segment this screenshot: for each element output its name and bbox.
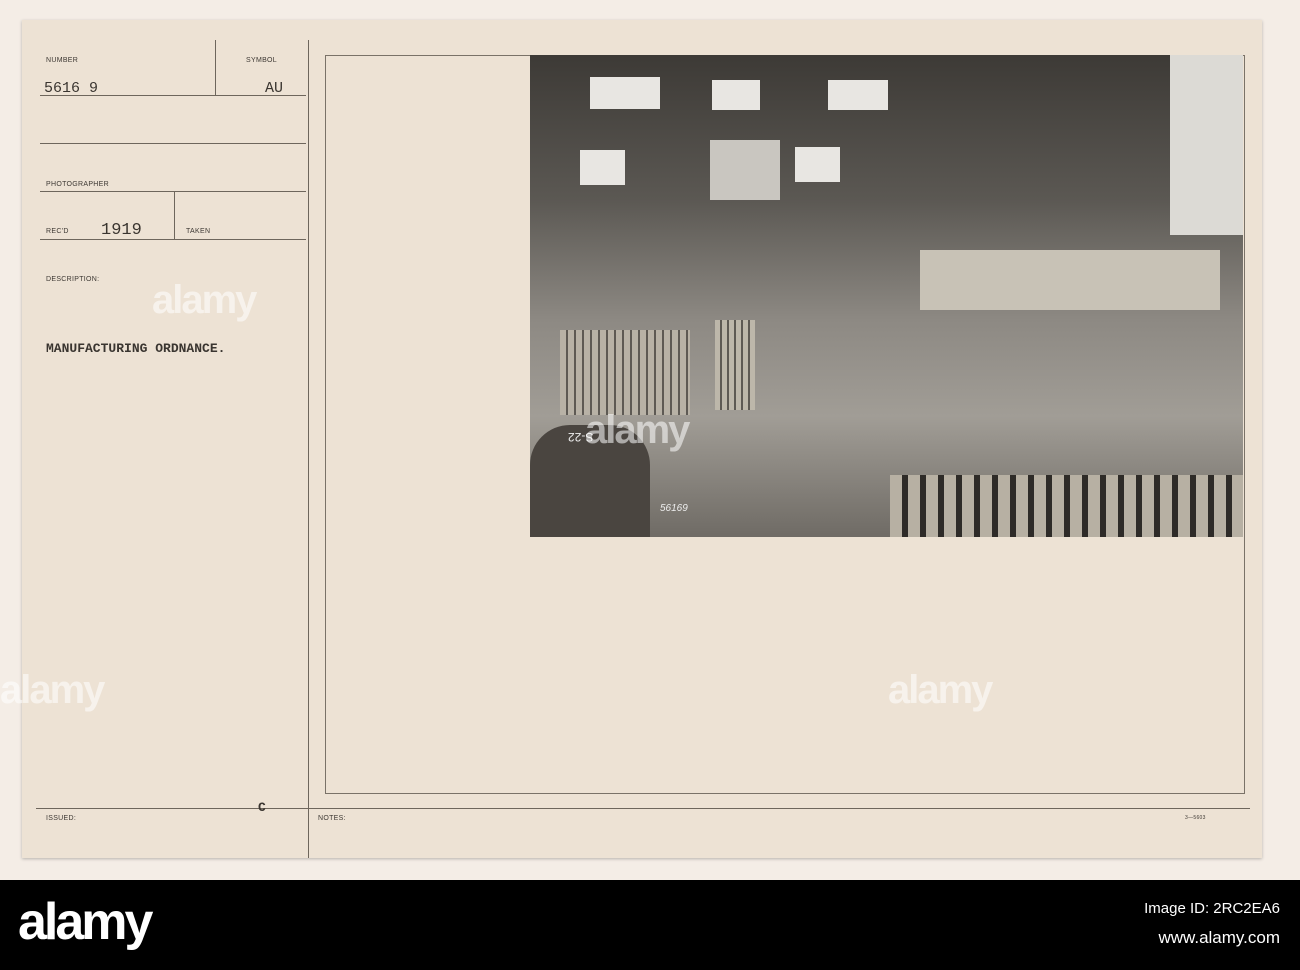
photographer-label: PHOTOGRAPHER xyxy=(46,181,109,188)
recd-value: 1919 xyxy=(101,221,142,240)
recd-label: REC'D xyxy=(46,228,69,235)
site-url: www.alamy.com xyxy=(1158,928,1280,947)
number-value: 5616 9 xyxy=(44,80,99,97)
window xyxy=(795,147,840,182)
window xyxy=(712,80,760,110)
taken-label: TAKEN xyxy=(186,228,211,235)
divider xyxy=(40,239,306,240)
column-divider xyxy=(308,40,309,858)
window xyxy=(580,150,625,185)
watermark: alamy xyxy=(0,668,105,712)
doorway xyxy=(710,140,780,200)
divider xyxy=(40,191,306,192)
window xyxy=(1170,55,1243,235)
divider xyxy=(36,808,1250,809)
issued-mark: C xyxy=(258,800,266,815)
watermark: alamy xyxy=(585,408,690,452)
shell-rows xyxy=(715,320,755,410)
shell-pile xyxy=(890,475,1243,537)
description-label: DESCRIPTION: xyxy=(46,276,100,283)
factory-photograph: S-22 56169 xyxy=(530,55,1243,537)
issued-label: ISSUED: xyxy=(46,815,77,822)
workbenches xyxy=(920,250,1220,310)
watermark: alamy xyxy=(152,278,257,322)
image-id: Image ID: 2RC2EA6 xyxy=(1144,900,1280,917)
symbol-value: AU xyxy=(265,80,284,97)
watermark: alamy xyxy=(888,668,993,712)
number-label: NUMBER xyxy=(46,57,79,64)
divider xyxy=(215,40,216,95)
window xyxy=(828,80,888,110)
shell-rows xyxy=(560,330,690,415)
form-number: 3—5603 xyxy=(1185,815,1206,821)
window xyxy=(590,77,660,109)
symbol-label: SYMBOL xyxy=(246,57,277,64)
footer-bar: alamy Image ID: 2RC2EA6 www.alamy.com xyxy=(0,880,1300,970)
divider xyxy=(40,143,306,144)
notes-label: NOTES: xyxy=(318,815,346,822)
description-value: MANUFACTURING ORDNANCE. xyxy=(46,341,226,356)
negative-number: 56169 xyxy=(660,503,688,514)
footer-logo: alamy xyxy=(18,893,153,951)
divider xyxy=(174,191,175,239)
